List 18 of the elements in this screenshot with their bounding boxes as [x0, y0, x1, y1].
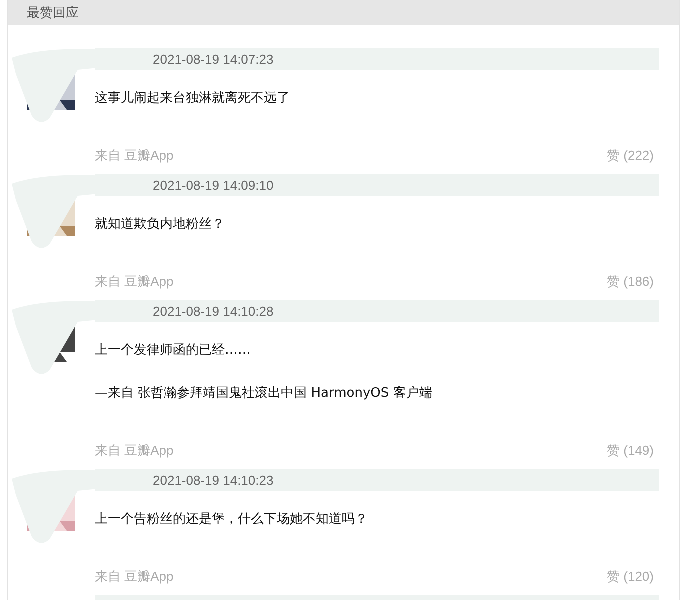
comment-timestamp: 2021-08-19 14:07:23 — [153, 52, 274, 66]
like-link[interactable]: 赞 (120) — [607, 567, 654, 587]
comment-source: 来自 豆瓣App — [95, 147, 174, 165]
comment-timestamp: 2021-08-19 14:09:10 — [153, 178, 274, 192]
like-link[interactable]: 赞 (149) — [607, 441, 654, 461]
comment-source: 来自 豆瓣App — [95, 273, 174, 291]
comment-text: —来自 张哲瀚参拜靖国鬼社滚出中国 HarmonyOS 客户端 — [95, 385, 434, 403]
comment-source: 来自 豆瓣App — [95, 568, 174, 586]
like-link[interactable]: 赞 (222) — [607, 146, 654, 166]
comment-text: 就知道欺负内地粉丝？ — [95, 216, 226, 234]
comment-text: 上一个发律师函的已经…… — [95, 342, 252, 360]
comment-text: 这事儿闹起来台独淋就离死不远了 — [95, 90, 291, 108]
comment-timestamp: 2021-08-19 14:10:23 — [153, 472, 274, 488]
comment-source: 来自 豆瓣App — [95, 442, 174, 460]
section-title: 最赞回应 — [27, 4, 79, 22]
comment-text: 上一个告粉丝的还是堡，什么下场她不知道吗？ — [95, 511, 369, 529]
like-link[interactable]: 赞 (186) — [607, 272, 654, 292]
comment-timestamp: 2021-08-19 14:10:28 — [153, 304, 274, 318]
